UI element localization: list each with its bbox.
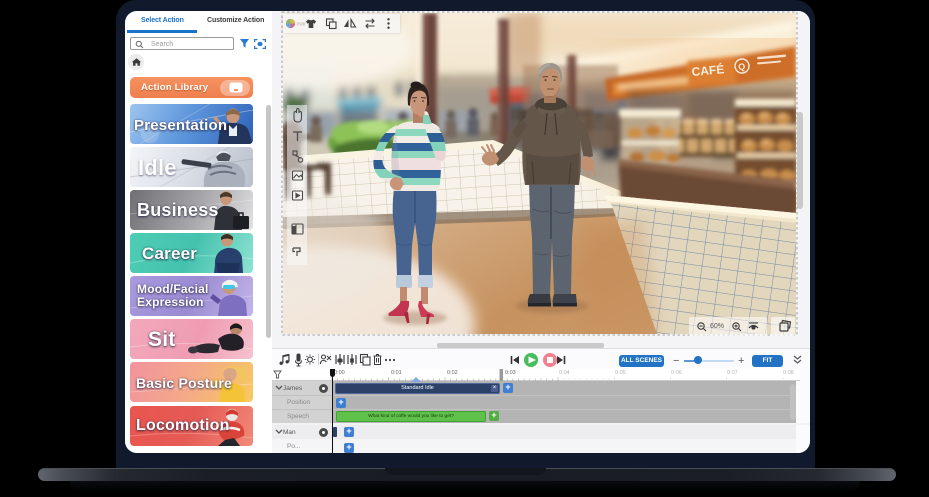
svg-text:mar: mar	[297, 22, 307, 28]
